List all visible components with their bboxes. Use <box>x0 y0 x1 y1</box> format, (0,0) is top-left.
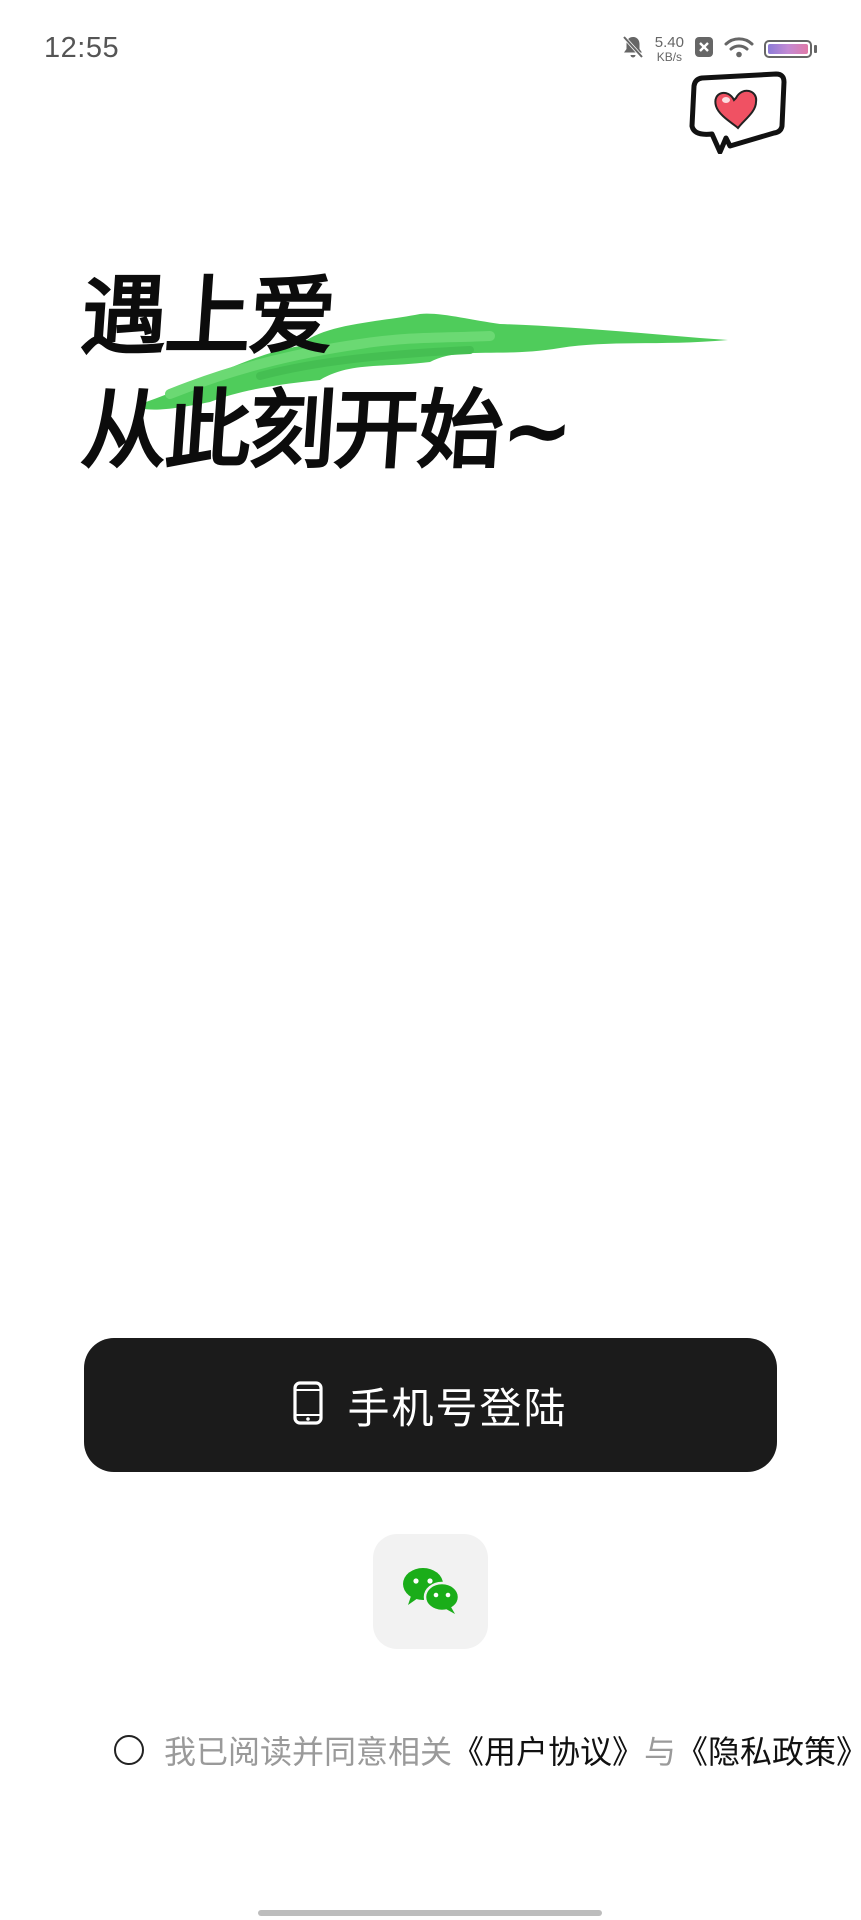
wechat-icon <box>401 1565 461 1619</box>
hero-slogan: 遇上爱 从此刻开始~ <box>78 232 728 481</box>
battery-icon <box>764 40 817 58</box>
agreement-row: 我已阅读并同意相关《用户协议》与《隐私政策》 <box>114 1726 861 1774</box>
sim-off-icon <box>694 36 714 62</box>
user-agreement-link[interactable]: 《用户协议》 <box>452 1733 644 1771</box>
phone-login-label: 手机号登陆 <box>347 1383 568 1433</box>
bell-muted-icon <box>621 34 645 64</box>
agreement-conjunction: 与 <box>644 1733 677 1771</box>
network-speed-unit: KB/s <box>656 50 683 64</box>
phone-login-button[interactable]: 手机号登陆 <box>84 1338 777 1472</box>
heart-chat-sticker-icon[interactable] <box>684 68 790 155</box>
network-speed-value: 5.40 <box>654 34 684 51</box>
network-speed: 5.40 KB/s <box>655 35 684 63</box>
agreement-text: 我已阅读并同意相关《用户协议》与《隐私政策》 <box>164 1727 861 1773</box>
wechat-login-button[interactable] <box>373 1534 488 1649</box>
privacy-policy-link[interactable]: 《隐私政策》 <box>676 1733 861 1771</box>
status-icons: 5.40 KB/s <box>621 34 817 64</box>
wifi-icon <box>724 36 754 62</box>
agreement-prefix: 我已阅读并同意相关 <box>164 1733 453 1771</box>
phone-icon <box>293 1381 324 1429</box>
agreement-radio[interactable] <box>114 1735 144 1765</box>
home-indicator[interactable] <box>258 1910 602 1916</box>
hero-title-line-1: 遇上爱 <box>77 267 337 367</box>
status-time: 12:55 <box>44 32 120 64</box>
hero-title-line-2: 从此刻开始~ <box>77 381 575 481</box>
